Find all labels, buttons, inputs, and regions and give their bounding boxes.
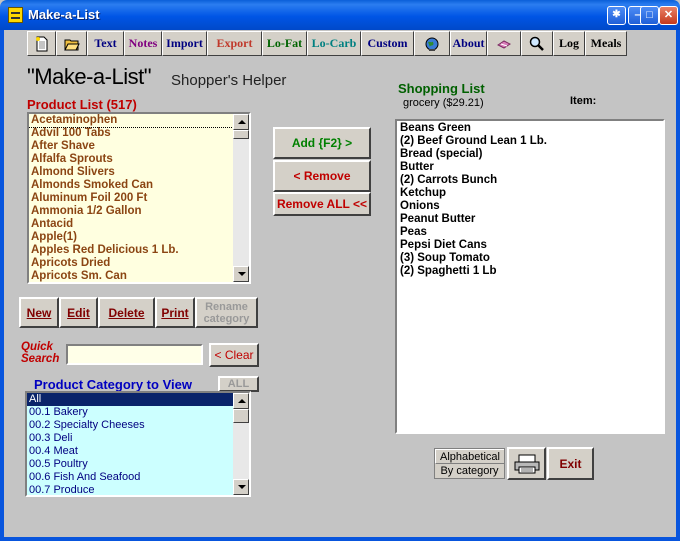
scroll-down-button[interactable] xyxy=(233,266,249,282)
shopping-list-item[interactable]: (2) Spaghetti 1 Lb xyxy=(398,265,663,278)
settings-icon[interactable]: ✱ xyxy=(607,6,626,25)
close-button[interactable]: ✕ xyxy=(659,6,678,25)
toolbar: Text Notes Import Export Lo-Fat Lo-Carb … xyxy=(27,31,627,56)
meals-button[interactable]: Meals xyxy=(585,31,627,56)
shopping-list-item[interactable]: (2) Carrots Bunch xyxy=(398,174,663,187)
quick-search-input[interactable] xyxy=(66,344,203,365)
print-product-button[interactable]: Print xyxy=(155,297,195,328)
shopping-list-item[interactable]: Ketchup xyxy=(398,187,663,200)
category-scrollbar[interactable] xyxy=(233,393,249,495)
product-list-item[interactable]: Almonds Smoked Can xyxy=(29,179,233,192)
product-list-item[interactable]: Aluminum Foil 200 Ft xyxy=(29,192,233,205)
category-items: All 00.1 Bakery 00.2 Specialty Cheeses 00.3… xyxy=(27,393,233,495)
shopping-list-item[interactable]: (2) Beef Ground Lean 1 Lb. xyxy=(398,135,663,148)
product-list-item[interactable]: Advil 100 Tabs xyxy=(29,127,233,140)
product-list-item[interactable]: Ammonia 1/2 Gallon xyxy=(29,205,233,218)
coupon-button[interactable] xyxy=(487,31,521,56)
shopping-list-item[interactable]: (3) Soup Tomato xyxy=(398,252,663,265)
product-list-item[interactable]: After Shave xyxy=(29,140,233,153)
app-notepad-icon xyxy=(8,7,23,23)
coupon-icon xyxy=(496,36,512,52)
product-items: Acetaminophen Advil 100 Tabs After Shave Al… xyxy=(29,114,234,282)
edit-product-button[interactable]: Edit xyxy=(59,297,98,328)
printer-icon xyxy=(514,454,540,474)
log-button[interactable]: Log xyxy=(553,31,585,56)
all-categories-button[interactable]: ALL xyxy=(218,376,259,392)
product-list-item[interactable]: Apricots Dried xyxy=(29,257,233,270)
category-sort-button[interactable]: By category xyxy=(435,464,504,478)
web-button[interactable] xyxy=(414,31,450,56)
category-list-item[interactable]: 00.3 Deli xyxy=(27,432,233,445)
shopping-list-item[interactable]: Peanut Butter xyxy=(398,213,663,226)
rename-category-button[interactable]: Rename category xyxy=(195,297,258,328)
shopping-list-item[interactable]: Butter xyxy=(398,161,663,174)
remove-button[interactable]: < Remove xyxy=(273,160,371,192)
shopping-list-label: Shopping List xyxy=(398,81,485,96)
alphabetical-sort-button[interactable]: Alphabetical xyxy=(435,449,504,464)
custom-button[interactable]: Custom xyxy=(361,31,414,56)
quick-search-label: Quick Search xyxy=(21,341,60,365)
app-title: "Make-a-List" xyxy=(27,64,152,89)
category-list-item[interactable]: 00.6 Fish And Seafood xyxy=(27,471,233,484)
delete-product-button[interactable]: Delete xyxy=(98,297,155,328)
product-list-item[interactable]: Apple(1) xyxy=(29,231,233,244)
category-list-item[interactable]: 00.5 Poultry xyxy=(27,458,233,471)
product-list-item[interactable]: Alfalfa Sprouts xyxy=(29,153,233,166)
category-list-item[interactable]: 00.4 Meat xyxy=(27,445,233,458)
category-listbox[interactable]: All 00.1 Bakery 00.2 Specialty Cheeses 00.3… xyxy=(25,391,251,497)
exit-button[interactable]: Exit xyxy=(547,447,594,480)
product-list-item[interactable]: Antacid xyxy=(29,218,233,231)
category-list-item[interactable]: 00.2 Specialty Cheeses xyxy=(27,419,233,432)
open-folder-icon xyxy=(63,36,80,52)
product-list-item[interactable]: Apricots Sm. Can xyxy=(29,270,233,282)
search-button[interactable] xyxy=(521,31,553,56)
shopping-list-item[interactable]: Peas xyxy=(398,226,663,239)
shopping-items: Beans Green (2) Beef Ground Lean 1 Lb. Br… xyxy=(398,122,663,278)
shopping-list-item[interactable]: Bread (special) xyxy=(398,148,663,161)
product-list-item[interactable]: Acetaminophen xyxy=(29,114,234,128)
add-button[interactable]: Add {F2} > xyxy=(273,127,371,159)
magnifier-icon xyxy=(529,36,545,52)
scroll-up-button[interactable] xyxy=(233,393,249,409)
notes-button[interactable]: Notes xyxy=(124,31,162,56)
product-list-item[interactable]: Apples Red Delicious 1 Lb. xyxy=(29,244,233,257)
lo-fat-button[interactable]: Lo-Fat xyxy=(262,31,307,56)
shopping-list-item[interactable]: Beans Green xyxy=(398,122,663,135)
text-button[interactable]: Text xyxy=(87,31,124,56)
open-button[interactable] xyxy=(56,31,87,56)
category-list-item[interactable]: All xyxy=(27,393,233,406)
scroll-up-button[interactable] xyxy=(233,114,249,130)
new-product-button[interactable]: New xyxy=(19,297,59,328)
lo-carb-button[interactable]: Lo-Carb xyxy=(307,31,361,56)
about-button[interactable]: About xyxy=(450,31,487,56)
category-label: Product Category to View xyxy=(34,377,192,392)
product-list-label: Product List (517) xyxy=(27,97,137,112)
title-bar[interactable]: Make-a-List ✱ – □ ✕ xyxy=(0,0,680,30)
app-subtitle: Shopper's Helper xyxy=(171,72,287,89)
maximize-button[interactable]: □ xyxy=(640,6,659,25)
import-button[interactable]: Import xyxy=(162,31,207,56)
remove-all-button[interactable]: Remove ALL << xyxy=(273,192,371,216)
category-list-item[interactable]: 00.7 Produce xyxy=(27,484,233,495)
window-title: Make-a-List xyxy=(28,7,100,22)
new-document-icon xyxy=(34,36,50,52)
shopping-list-subtitle: grocery ($29.21) xyxy=(403,97,484,109)
shopping-list-item[interactable]: Pepsi Diet Cans xyxy=(398,239,663,252)
print-list-button[interactable] xyxy=(507,447,546,480)
globe-icon xyxy=(424,36,440,52)
sort-options: Alphabetical By category xyxy=(434,448,505,479)
clear-search-button[interactable]: < Clear xyxy=(209,343,259,367)
product-list-item[interactable]: Almond Slivers xyxy=(29,166,233,179)
scroll-thumb[interactable] xyxy=(233,409,249,423)
scroll-thumb[interactable] xyxy=(233,130,249,139)
shopping-list-item[interactable]: Onions xyxy=(398,200,663,213)
item-label: Item: xyxy=(570,95,597,107)
product-listbox[interactable]: Acetaminophen Advil 100 Tabs After Shave Al… xyxy=(27,112,251,284)
export-button[interactable]: Export xyxy=(207,31,262,56)
category-list-item[interactable]: 00.1 Bakery xyxy=(27,406,233,419)
new-document-button[interactable] xyxy=(27,31,56,56)
product-scrollbar[interactable] xyxy=(233,114,249,282)
shopping-listbox[interactable]: Beans Green (2) Beef Ground Lean 1 Lb. Br… xyxy=(395,119,665,434)
scroll-down-button[interactable] xyxy=(233,479,249,495)
